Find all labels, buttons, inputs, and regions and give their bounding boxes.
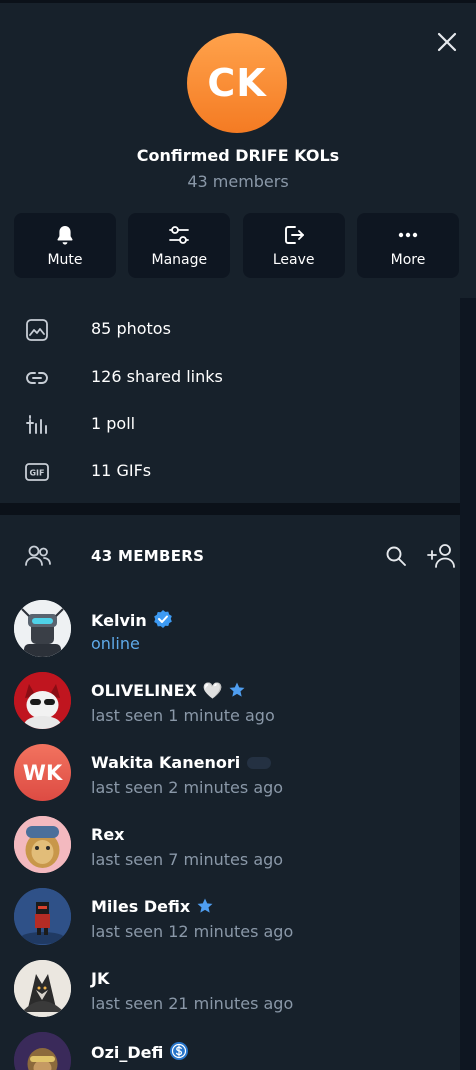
member-name: Kelvin bbox=[91, 609, 173, 630]
manage-button[interactable]: Manage bbox=[128, 213, 231, 278]
members-section: 43 MEMBERS Kelvin online OLIVELINEX 🤍 la… bbox=[0, 515, 460, 1070]
star-badge-icon bbox=[197, 898, 213, 913]
leave-icon bbox=[284, 226, 304, 244]
member-row-jk[interactable]: JK last seen 21 minutes ago bbox=[0, 960, 460, 1032]
poll-icon bbox=[26, 415, 47, 434]
custom-emoji-icon bbox=[247, 757, 272, 769]
member-status: last seen 2 minutes ago bbox=[91, 778, 284, 797]
member-row-rex[interactable]: Rex last seen 7 minutes ago bbox=[0, 816, 460, 888]
members-icon bbox=[25, 545, 51, 566]
gif-icon: GIF bbox=[25, 463, 49, 481]
more-label: More bbox=[390, 252, 426, 268]
member-status: last seen 7 minutes ago bbox=[91, 850, 284, 869]
member-name: Miles Defix bbox=[91, 897, 214, 916]
add-member-icon[interactable] bbox=[426, 542, 456, 570]
close-button[interactable] bbox=[434, 29, 460, 55]
bell-icon bbox=[57, 226, 73, 245]
media-row-gifs[interactable]: GIF 11 GIFs bbox=[0, 448, 460, 494]
robot-avatar-icon bbox=[14, 600, 71, 657]
media-label-polls: 1 poll bbox=[91, 414, 136, 433]
ape-avatar-icon bbox=[14, 1032, 71, 1070]
star-badge-icon bbox=[229, 682, 245, 697]
pixel-avatar-icon bbox=[14, 888, 71, 945]
group-avatar[interactable]: CK bbox=[187, 33, 287, 133]
close-icon bbox=[437, 32, 457, 52]
member-row-olivelinex[interactable]: OLIVELINEX 🤍 last seen 1 minute ago bbox=[0, 672, 460, 744]
section-divider bbox=[0, 503, 460, 515]
group-title: Confirmed DRIFE KOLs bbox=[136, 146, 340, 165]
more-button[interactable]: More bbox=[356, 213, 459, 278]
member-row-wakita[interactable]: WK Wakita Kanenori last seen 2 minutes a… bbox=[0, 744, 460, 816]
member-name: OLIVELINEX 🤍 bbox=[91, 681, 246, 700]
mute-label: Mute bbox=[47, 252, 83, 268]
member-status: last seen 1 minute ago bbox=[91, 706, 275, 725]
member-avatar bbox=[14, 816, 71, 873]
member-row-miles[interactable]: Miles Defix last seen 12 minutes ago bbox=[0, 888, 460, 960]
media-row-photos[interactable]: 85 photos bbox=[0, 306, 460, 352]
group-avatar-initials: CK bbox=[207, 61, 267, 105]
photo-icon bbox=[26, 319, 48, 341]
member-avatar-initials: WK bbox=[22, 760, 63, 785]
member-status: last seen 12 minutes ago bbox=[91, 922, 294, 941]
member-status: last seen 21 minutes ago bbox=[91, 994, 294, 1013]
wolf-avatar-icon bbox=[14, 960, 71, 1017]
more-icon bbox=[398, 232, 418, 238]
member-name: JK bbox=[91, 969, 110, 988]
scrollbar-track[interactable] bbox=[461, 298, 476, 1070]
member-avatar bbox=[14, 1032, 71, 1070]
action-bar: Mute Manage Leave More bbox=[14, 213, 459, 278]
mute-button[interactable]: Mute bbox=[14, 213, 116, 278]
leave-button[interactable]: Leave bbox=[242, 213, 345, 278]
media-label-gifs: 11 GIFs bbox=[91, 461, 152, 480]
shared-media-section: 85 photos 126 shared links 1 poll GIF 11… bbox=[0, 298, 460, 503]
member-avatar bbox=[14, 888, 71, 945]
group-member-count[interactable]: 43 members bbox=[0, 172, 476, 191]
group-info-panel: CK Confirmed DRIFE KOLs 43 members Mute … bbox=[0, 0, 476, 1070]
member-row-kelvin[interactable]: Kelvin online bbox=[0, 600, 460, 672]
member-avatar: WK bbox=[14, 744, 71, 801]
manage-label: Manage bbox=[151, 252, 208, 268]
dollar-badge-icon bbox=[170, 1042, 189, 1060]
member-status: online bbox=[91, 634, 140, 653]
member-row-ozi[interactable]: Ozi_Defi bbox=[0, 1032, 460, 1070]
lion-avatar-icon bbox=[14, 816, 71, 873]
member-avatar bbox=[14, 960, 71, 1017]
member-avatar bbox=[14, 672, 71, 729]
link-icon bbox=[26, 372, 48, 384]
members-header: 43 MEMBERS bbox=[0, 532, 460, 578]
media-row-links[interactable]: 126 shared links bbox=[0, 354, 460, 400]
member-name: Wakita Kanenori bbox=[91, 753, 272, 772]
media-label-photos: 85 photos bbox=[91, 319, 171, 338]
members-title: 43 MEMBERS bbox=[91, 547, 205, 565]
search-icon[interactable] bbox=[384, 544, 408, 568]
verified-badge-icon bbox=[153, 610, 172, 628]
member-name: Ozi_Defi bbox=[91, 1041, 189, 1062]
cat-avatar-icon bbox=[14, 672, 71, 729]
member-name: Rex bbox=[91, 825, 125, 844]
sliders-icon bbox=[169, 226, 190, 244]
media-label-links: 126 shared links bbox=[91, 367, 223, 386]
gif-icon-text: GIF bbox=[29, 469, 44, 478]
leave-label: Leave bbox=[272, 252, 315, 268]
group-header: CK Confirmed DRIFE KOLs 43 members Mute … bbox=[0, 3, 476, 298]
media-row-polls[interactable]: 1 poll bbox=[0, 401, 460, 447]
member-avatar bbox=[14, 600, 71, 657]
